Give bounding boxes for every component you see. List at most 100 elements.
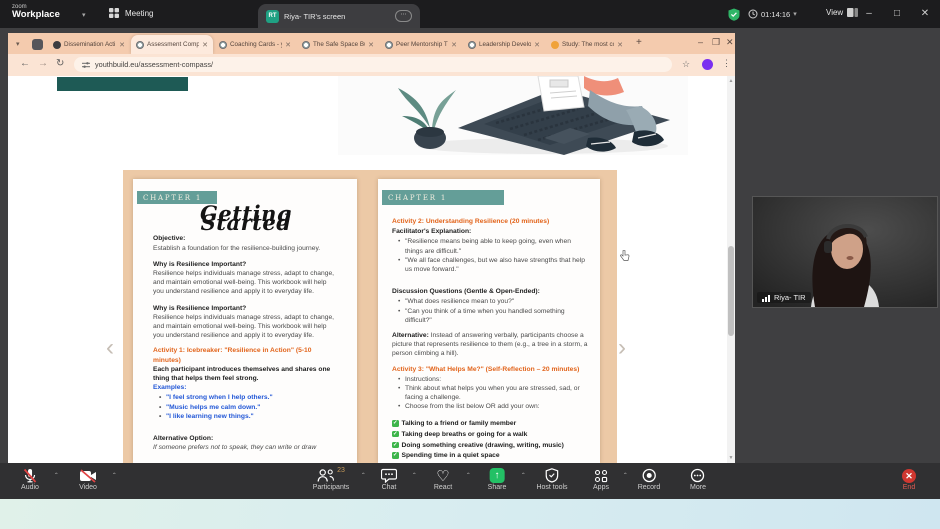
checklist-item[interactable]: ✓Taking deep breaths or going for a walk xyxy=(392,430,588,439)
scrollbar-thumb[interactable] xyxy=(728,246,734,336)
chapter-banner: CHAPTER 1 xyxy=(382,190,504,205)
security-shield-icon[interactable] xyxy=(728,8,740,21)
chevron-down-icon[interactable]: ▾ xyxy=(82,11,86,19)
host-tools-button[interactable]: Host tools xyxy=(536,467,567,491)
tab-group-icon[interactable] xyxy=(32,39,43,50)
video-options-chevron[interactable]: ˆ xyxy=(113,472,116,481)
participant-video-tile[interactable]: Riya- TIR xyxy=(752,196,938,308)
share-button[interactable]: ↑ Share xyxy=(488,467,507,491)
chat-icon xyxy=(381,467,397,484)
profile-avatar[interactable] xyxy=(702,59,713,70)
browser-tab-active[interactable]: Assessment Compa ✕ xyxy=(131,35,213,54)
maximize-button[interactable]: □ xyxy=(886,0,908,28)
checkbox-icon[interactable]: ✓ xyxy=(392,452,399,459)
browser-tab[interactable]: Study: The most co ✕ xyxy=(546,35,628,54)
browser-menu-icon[interactable]: ⋮ xyxy=(722,58,731,69)
browser-restore-button[interactable]: ❐ xyxy=(712,37,720,48)
clock-icon xyxy=(748,9,758,19)
tab-shared-screen[interactable]: RT Riya- TIR's screen ⋯ xyxy=(258,4,420,28)
scroll-down-icon[interactable]: ▼ xyxy=(728,455,734,461)
apps-button[interactable]: Apps xyxy=(593,467,609,491)
close-tab-icon[interactable]: ✕ xyxy=(202,41,208,49)
page-header-button[interactable] xyxy=(57,77,188,91)
checkbox-icon[interactable]: ✓ xyxy=(392,420,399,427)
globe-favicon-icon xyxy=(302,41,310,49)
why-heading: Why is Resilience Important? xyxy=(153,260,339,269)
meeting-timer[interactable]: 01:14:16 ▾ xyxy=(748,9,797,19)
page-title: Getting Started xyxy=(153,209,339,227)
audio-options-chevron[interactable]: ˆ xyxy=(55,472,58,481)
workbook-right-page: CHAPTER 1 Activity 2: Understanding Resi… xyxy=(378,179,600,463)
close-tab-icon[interactable]: ✕ xyxy=(451,41,457,49)
chat-options-chevron[interactable]: ˆ xyxy=(413,472,416,481)
next-page-chevron[interactable]: › xyxy=(618,338,626,358)
back-icon[interactable]: ← xyxy=(20,58,30,69)
participant-name: Riya- TIR xyxy=(774,293,806,302)
shield-icon xyxy=(536,467,567,484)
participants-button[interactable]: 23 Participants xyxy=(313,467,350,491)
close-tab-icon[interactable]: ✕ xyxy=(285,41,291,49)
workbook-spread: CHAPTER 1 Getting Started Objective: Est… xyxy=(123,170,617,463)
close-tab-icon[interactable]: ✕ xyxy=(534,41,540,49)
example-item: "I feel strong when I help others." xyxy=(166,393,339,402)
tab-meeting[interactable]: Meeting xyxy=(108,7,153,19)
instruction-point: Choose from the list below OR add your o… xyxy=(405,402,588,411)
url-text: youthbuild.eu/assessment-compass/ xyxy=(95,60,213,69)
bookmark-star-icon[interactable]: ☆ xyxy=(682,59,690,70)
browser-close-button[interactable]: ✕ xyxy=(726,37,734,48)
close-tab-icon[interactable]: ✕ xyxy=(368,41,374,49)
globe-favicon-icon xyxy=(468,41,476,49)
checkbox-icon[interactable]: ✓ xyxy=(392,431,399,438)
reload-icon[interactable]: ↻ xyxy=(56,58,64,69)
scroll-up-icon[interactable]: ▲ xyxy=(728,78,734,84)
site-settings-icon[interactable] xyxy=(82,61,90,69)
video-button[interactable]: Video xyxy=(79,467,97,491)
more-button[interactable]: More xyxy=(690,467,706,491)
browser-tab[interactable]: The Safe Space Bui ✕ xyxy=(297,35,379,54)
share-screen-icon: ↑ xyxy=(490,468,505,483)
facilitator-heading: Facilitator's Explanation: xyxy=(392,227,588,236)
forward-icon[interactable]: → xyxy=(38,58,48,69)
checklist-item[interactable]: ✓Doing something creative (drawing, writ… xyxy=(392,441,588,450)
globe-favicon-icon xyxy=(385,41,393,49)
react-label: React xyxy=(434,484,452,491)
browser-minimize-button[interactable]: – xyxy=(698,37,703,47)
activity2-heading: Activity 2: Understanding Resilience (20… xyxy=(392,217,588,226)
view-button[interactable]: View xyxy=(826,8,858,17)
view-layout-icon xyxy=(847,8,858,17)
checklist-item[interactable]: ✓Spending time in a quiet space xyxy=(392,451,588,460)
prev-page-chevron[interactable]: ‹ xyxy=(106,338,114,358)
chat-button[interactable]: Chat xyxy=(381,467,397,491)
right-page-text: Activity 2: Understanding Resilience (20… xyxy=(392,217,588,460)
chat-label: Chat xyxy=(381,484,397,491)
share-options-chevron[interactable]: ˆ xyxy=(522,472,525,481)
new-tab-button[interactable]: + xyxy=(636,37,642,48)
react-button[interactable]: ♡ React xyxy=(434,467,452,491)
end-meeting-button[interactable]: ✕ End xyxy=(902,467,916,491)
browser-tab[interactable]: Leadership Develo ✕ xyxy=(463,35,545,54)
participants-options-chevron[interactable]: ˆ xyxy=(362,472,365,481)
close-tab-icon[interactable]: ✕ xyxy=(617,41,623,49)
example-item: "I like learning new things." xyxy=(166,412,339,421)
page-scrollbar[interactable]: ▲ ▼ xyxy=(727,76,735,463)
tab-title: Leadership Develo xyxy=(479,41,531,48)
minimize-button[interactable]: – xyxy=(858,0,880,28)
browser-tab[interactable]: Dissemination Acti ✕ xyxy=(48,35,130,54)
react-options-chevron[interactable]: ˆ xyxy=(467,472,470,481)
browser-tab[interactable]: Coaching Cards - y ✕ xyxy=(214,35,296,54)
address-bar[interactable]: youthbuild.eu/assessment-compass/ xyxy=(74,57,672,72)
apps-icon xyxy=(593,467,609,484)
tab-title: Coaching Cards - y xyxy=(230,41,282,48)
close-tab-icon[interactable]: ✕ xyxy=(119,41,125,49)
browser-tab[interactable]: Peer Mentorship T ✕ xyxy=(380,35,462,54)
tab-search-chevron-icon[interactable]: ▾ xyxy=(16,40,20,48)
checklist-item[interactable]: ✓Talking to a friend or family member xyxy=(392,419,588,428)
more-label: More xyxy=(690,484,706,491)
audio-button[interactable]: Audio xyxy=(21,467,39,491)
tab-title: Dissemination Acti xyxy=(64,41,116,48)
tab-options-icon[interactable]: ⋯ xyxy=(395,10,412,22)
record-button[interactable]: Record xyxy=(638,467,661,491)
checkbox-icon[interactable]: ✓ xyxy=(392,442,399,449)
close-button[interactable]: ✕ xyxy=(914,0,936,28)
apps-options-chevron[interactable]: ˆ xyxy=(624,472,627,481)
